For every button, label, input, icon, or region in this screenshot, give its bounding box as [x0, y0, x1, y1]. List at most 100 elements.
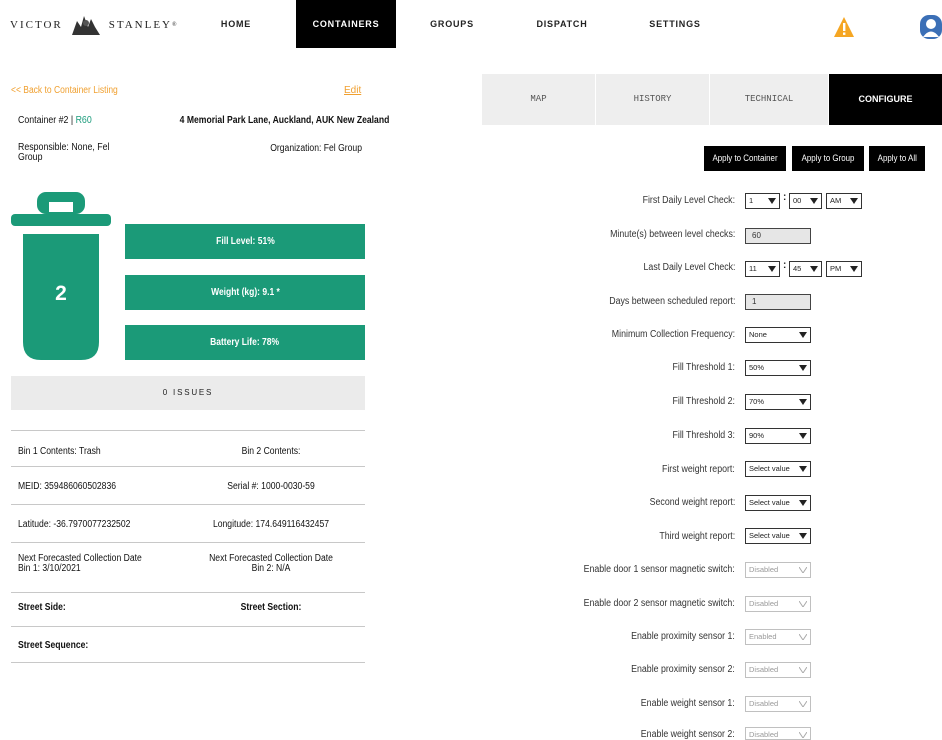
first-check-minute-select[interactable]: 00	[789, 193, 822, 209]
chevron-down-icon	[799, 365, 807, 371]
apply-to-group-button[interactable]: Apply to Group	[792, 146, 864, 171]
serial-number: Serial #: 1000-0030-59	[227, 481, 315, 492]
chevron-down-icon	[799, 433, 807, 439]
fill-threshold-3-label: Fill Threshold 3:	[672, 430, 735, 441]
top-nav: VICTOR STANLEY ® HOME CONTAINERS GROUPS D…	[0, 0, 942, 54]
chevron-down-icon	[799, 500, 807, 506]
issues-banner[interactable]: 0 ISSUES	[11, 376, 365, 410]
third-weight-value: Select value	[749, 531, 790, 540]
chevron-down-icon	[768, 266, 776, 272]
door1-switch-value: Disabled	[749, 565, 779, 574]
last-check-label: Last Daily Level Check:	[643, 262, 735, 273]
container-id: Container #2 | R60	[18, 115, 92, 126]
nav-containers[interactable]: CONTAINERS	[296, 0, 396, 48]
chevron-down-icon	[799, 667, 807, 673]
minutes-between-input[interactable]: 60	[745, 228, 811, 244]
first-weight-value: Select value	[749, 464, 790, 473]
door1-switch-label: Enable door 1 sensor magnetic switch:	[583, 564, 735, 575]
chevron-down-icon	[850, 198, 858, 204]
edit-link[interactable]: Edit	[344, 85, 361, 96]
forecast-bin2-date: Bin 2: N/A	[251, 563, 291, 574]
first-check-ampm-select[interactable]: AM	[826, 193, 862, 209]
chevron-down-icon	[768, 198, 776, 204]
apply-to-container-button[interactable]: Apply to Container	[704, 146, 786, 171]
weight-sensor2-label: Enable weight sensor 2:	[641, 729, 735, 740]
back-to-listing-link[interactable]: << Back to Container Listing	[11, 85, 118, 96]
proximity2-value: Disabled	[749, 665, 779, 674]
door1-switch-select[interactable]: Disabled	[745, 562, 811, 578]
chevron-down-icon	[850, 266, 858, 272]
warning-triangle-icon[interactable]	[833, 16, 855, 38]
container-address: 4 Memorial Park Lane, Auckland, AUK New …	[179, 115, 390, 126]
container-rid-link[interactable]: R60	[76, 115, 92, 126]
first-weight-select[interactable]: Select value	[745, 461, 811, 477]
min-frequency-label: Minimum Collection Frequency:	[611, 329, 735, 340]
first-weight-label: First weight report:	[662, 464, 735, 475]
weight-sensor1-value: Disabled	[749, 699, 779, 708]
last-check-hour-select[interactable]: 11	[745, 261, 780, 277]
weight-sensor1-select[interactable]: Disabled	[745, 696, 811, 712]
nav-groups[interactable]: GROUPS	[420, 0, 484, 48]
nav-dispatch[interactable]: DISPATCH	[525, 0, 599, 48]
time-separator: :	[783, 192, 787, 203]
fill-threshold-3-value: 90%	[749, 431, 765, 440]
meid: MEID: 359486060502836	[18, 481, 117, 492]
door2-switch-select[interactable]: Disabled	[745, 596, 811, 612]
chevron-down-icon	[799, 732, 807, 738]
tab-map[interactable]: MAP	[481, 74, 595, 125]
fill-threshold-1-label: Fill Threshold 1:	[672, 362, 735, 373]
forecast-bin1-date: Bin 1: 3/10/2021	[18, 563, 81, 574]
first-check-hour-select[interactable]: 1	[745, 193, 780, 209]
weight-text: Weight (kg): 9.1 *	[210, 287, 280, 298]
nav-settings[interactable]: SETTINGS	[638, 0, 712, 48]
chevron-down-icon	[799, 634, 807, 640]
forecast-bin2: Next Forecasted Collection Date Bin 2: N…	[198, 554, 344, 574]
days-between-label: Days between scheduled report:	[608, 296, 735, 307]
row-coordinates: Latitude: -36.7970077232502 Longitude: 1…	[11, 504, 365, 542]
row-meid: MEID: 359486060502836 Serial #: 1000-003…	[11, 466, 365, 504]
fill-threshold-1-value: 50%	[749, 363, 765, 372]
weight-sensor2-select[interactable]: Disabled	[745, 727, 811, 740]
fill-threshold-1-select[interactable]: 50%	[745, 360, 811, 376]
tab-configure[interactable]: CONFIGURE	[828, 74, 942, 125]
battery-text: Battery Life: 78%	[210, 337, 280, 348]
row-bin-contents: Bin 1 Contents: Trash Bin 2 Contents:	[11, 430, 365, 466]
tab-history[interactable]: HISTORY	[595, 74, 709, 125]
days-between-input[interactable]: 1	[745, 294, 811, 310]
weight-sensor1-label: Enable weight sensor 1:	[641, 698, 735, 709]
min-frequency-value: None	[749, 330, 767, 339]
responsible-text: Responsible: None, Fel Group	[18, 142, 110, 163]
chevron-down-icon	[810, 198, 818, 204]
last-check-minute-select[interactable]: 45	[789, 261, 822, 277]
min-frequency-select[interactable]: None	[745, 327, 811, 343]
row-street: Street Side: Street Section:	[11, 592, 365, 626]
brand-logo[interactable]: VICTOR STANLEY ®	[10, 13, 177, 37]
street-side: Street Side:	[18, 602, 66, 613]
user-icon[interactable]	[916, 14, 942, 40]
last-check-ampm-select[interactable]: PM	[826, 261, 862, 277]
weight-bar: Weight (kg): 9.1 *	[125, 275, 365, 310]
street-sequence: Street Sequence:	[18, 640, 89, 651]
third-weight-select[interactable]: Select value	[745, 528, 811, 544]
door2-switch-label: Enable door 2 sensor magnetic switch:	[583, 598, 735, 609]
chevron-down-icon	[799, 701, 807, 707]
brand-emblem-icon	[71, 16, 100, 35]
proximity2-label: Enable proximity sensor 2:	[631, 664, 735, 675]
tab-technical[interactable]: TECHNICAL	[709, 74, 828, 125]
fill-threshold-3-select[interactable]: 90%	[745, 428, 811, 444]
divider	[11, 662, 365, 663]
bin-count: 2	[55, 282, 67, 305]
apply-to-all-label: Apply to All	[877, 153, 917, 163]
proximity1-select[interactable]: Enabled	[745, 629, 811, 645]
chevron-down-icon	[810, 266, 818, 272]
fill-level-bar: Fill Level: 51%	[125, 224, 365, 259]
nav-home[interactable]: HOME	[205, 0, 267, 48]
fill-threshold-2-select[interactable]: 70%	[745, 394, 811, 410]
second-weight-select[interactable]: Select value	[745, 495, 811, 511]
brand-left: VICTOR	[10, 19, 63, 31]
trash-bin-icon	[11, 192, 111, 360]
first-check-label: First Daily Level Check:	[642, 195, 735, 206]
apply-to-all-button[interactable]: Apply to All	[869, 146, 925, 171]
container-label: Container #2 |	[18, 115, 76, 126]
proximity2-select[interactable]: Disabled	[745, 662, 811, 678]
